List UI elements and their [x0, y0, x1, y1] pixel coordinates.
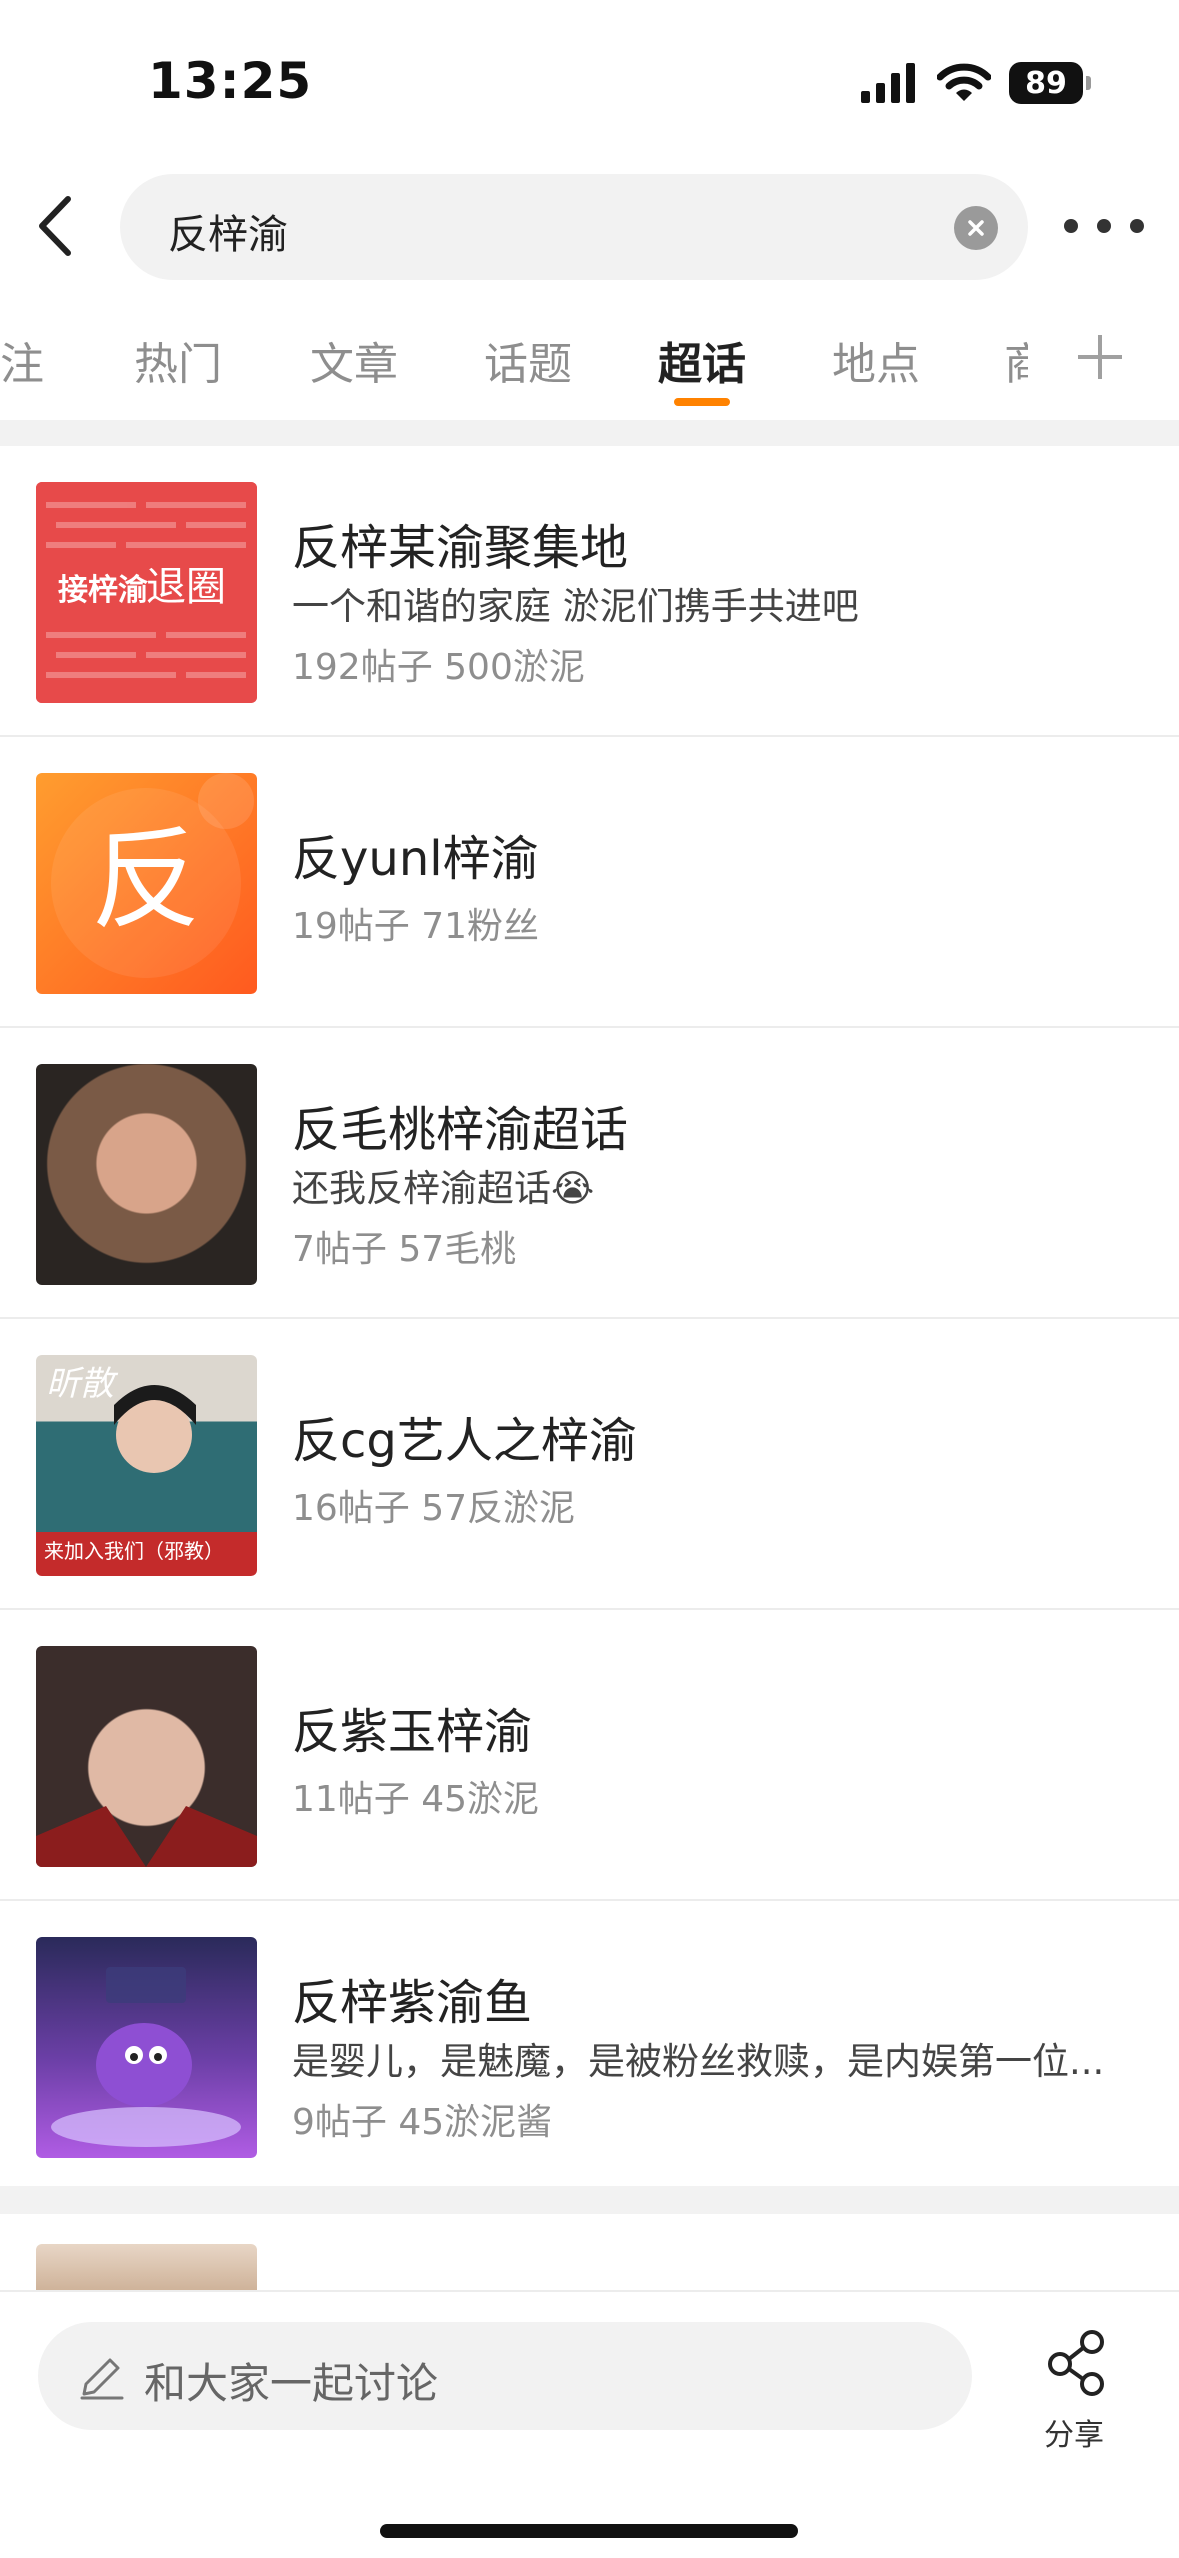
search-input[interactable]: 反梓渝 — [120, 174, 1028, 280]
tab-products[interactable]: 商 — [1004, 328, 1028, 392]
tab-articles[interactable]: 文章 — [310, 328, 398, 392]
result-stats: 7帖子 57毛桃 — [292, 1229, 517, 1270]
list-item[interactable]: 反紫玉梓渝 11帖子 45淤泥 — [0, 1610, 1179, 1901]
result-description: 一个和谐的家庭 淤泥们携手共进吧 — [292, 585, 859, 628]
result-title: 反梓紫渝鱼 — [292, 1975, 533, 2031]
super-topic-thumbnail: 接梓渝 退圈 — [36, 482, 257, 703]
status-time: 13:25 — [148, 52, 313, 110]
result-stats: 19帖子 71粉丝 — [292, 906, 540, 947]
super-topic-thumbnail — [36, 1646, 257, 1867]
thumb-text: 来加入我们（邪教） — [44, 1539, 224, 1563]
close-icon — [968, 220, 984, 236]
result-description: 还我反梓渝超话😭 — [292, 1167, 595, 1210]
result-stats: 11帖子 45淤泥 — [292, 1779, 540, 1820]
tab-follow[interactable]: 关注 — [0, 328, 44, 392]
list-item[interactable]: 昕散 来加入我们（邪教） 反cg艺人之梓渝 16帖子 57反淤泥 — [0, 1319, 1179, 1610]
search-query: 反梓渝 — [168, 212, 288, 258]
thumb-text: 反 — [91, 816, 201, 944]
tab-bar: 关注 热门 文章 话题 超话 地点 商 — [0, 318, 1179, 408]
more-options-button[interactable] — [1064, 204, 1144, 248]
dot-icon — [1097, 219, 1111, 233]
list-item-partial[interactable] — [0, 2214, 1179, 2294]
result-stats: 9帖子 45淤泥酱 — [292, 2102, 553, 2143]
discuss-placeholder: 和大家一起讨论 — [144, 2359, 439, 2408]
tab-super-topic[interactable]: 超话 — [658, 328, 746, 392]
battery-level: 89 — [1025, 65, 1067, 101]
super-topic-thumbnail — [36, 1937, 257, 2158]
bottom-bar: 和大家一起讨论 分享 — [0, 2290, 1179, 2558]
cellular-signal-icon — [861, 63, 915, 103]
results-list: 接梓渝 退圈 反梓某渝聚集地 一个和谐的家庭 淤泥们携手共进吧 192帖子 50… — [0, 446, 1179, 2186]
result-title: 反梓某渝聚集地 — [292, 520, 629, 576]
active-tab-indicator — [674, 398, 730, 406]
wifi-icon — [937, 63, 991, 101]
back-button[interactable] — [26, 190, 86, 262]
result-title: 反cg艺人之梓渝 — [292, 1413, 637, 1469]
result-description: 是婴儿，是魅魔，是被粉丝救赎，是内娱第一位... — [292, 2040, 1105, 2083]
dot-icon — [1064, 219, 1078, 233]
super-topic-thumbnail — [36, 2244, 257, 2294]
thumb-text: 接梓渝 — [58, 573, 148, 608]
list-item[interactable]: 接梓渝 退圈 反梓某渝聚集地 一个和谐的家庭 淤泥们携手共进吧 192帖子 50… — [0, 446, 1179, 737]
header: 13:25 89 反梓渝 关注 热门 — [0, 0, 1179, 420]
result-title: 反紫玉梓渝 — [292, 1704, 533, 1760]
tab-topics[interactable]: 话题 — [484, 328, 572, 392]
share-icon — [1048, 2330, 1104, 2396]
share-label: 分享 — [1044, 2418, 1104, 2453]
add-tab-button[interactable] — [1070, 318, 1130, 396]
home-indicator[interactable] — [380, 2524, 798, 2538]
tab-places[interactable]: 地点 — [832, 328, 920, 392]
share-button[interactable]: 分享 — [1040, 2328, 1114, 2453]
result-stats: 192帖子 500淤泥 — [292, 647, 585, 688]
result-title: 反yunl梓渝 — [292, 831, 539, 887]
list-item[interactable]: 反 反yunl梓渝 19帖子 71粉丝 — [0, 737, 1179, 1028]
list-item[interactable]: 反梓紫渝鱼 是婴儿，是魅魔，是被粉丝救赎，是内娱第一位... 9帖子 45淤泥酱 — [0, 1901, 1179, 2190]
result-title: 反毛桃梓渝超话 — [292, 1102, 629, 1158]
battery-icon: 89 — [1009, 62, 1091, 104]
pencil-icon — [80, 2358, 124, 2400]
tab-hot[interactable]: 热门 — [134, 328, 222, 392]
result-stats: 16帖子 57反淤泥 — [292, 1488, 576, 1529]
discuss-input[interactable]: 和大家一起讨论 — [38, 2322, 972, 2430]
dot-icon — [1130, 219, 1144, 233]
status-icons: 89 — [859, 62, 1091, 104]
section-divider — [0, 2186, 1179, 2214]
super-topic-thumbnail — [36, 1064, 257, 1285]
chevron-left-icon — [39, 196, 71, 256]
thumb-text: 昕散 — [46, 1364, 119, 1404]
clear-search-button[interactable] — [954, 206, 998, 250]
thumb-text: 退圈 — [146, 564, 226, 610]
super-topic-thumbnail: 昕散 来加入我们（邪教） — [36, 1355, 257, 1576]
list-item[interactable]: 反毛桃梓渝超话 还我反梓渝超话😭 7帖子 57毛桃 — [0, 1028, 1179, 1319]
super-topic-thumbnail: 反 — [36, 773, 257, 994]
